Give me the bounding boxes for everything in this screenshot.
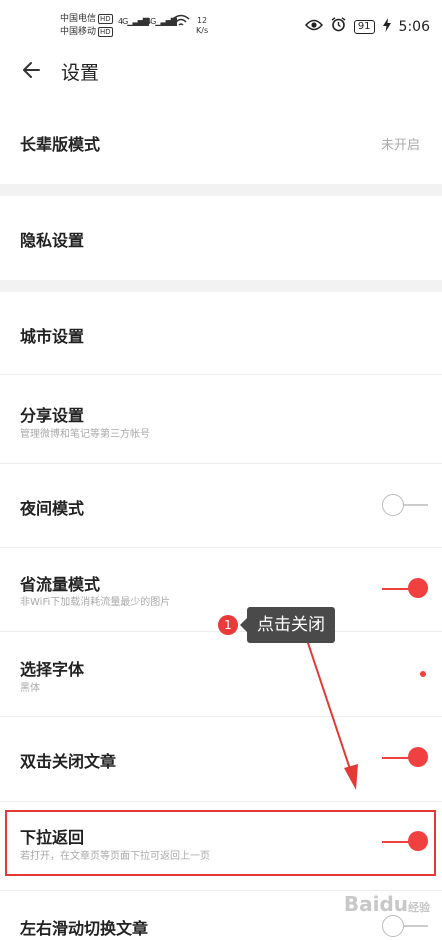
wifi-icon bbox=[172, 14, 190, 32]
setting-night-mode[interactable]: 夜间模式 bbox=[0, 464, 442, 548]
net-speed: 12 K/s bbox=[196, 16, 209, 35]
eye-icon bbox=[304, 19, 323, 35]
setting-label: 选择字体 bbox=[20, 660, 85, 679]
back-arrow-icon[interactable] bbox=[20, 59, 42, 81]
setting-description: 黑体 bbox=[20, 683, 40, 694]
top-bar: 设置 bbox=[0, 44, 442, 100]
setting-elder-mode[interactable]: 长辈版模式 未开启 bbox=[0, 100, 442, 185]
annotation-callout: 点击关闭 bbox=[240, 607, 335, 643]
setting-double-tap-close[interactable]: 双击关闭文章 bbox=[0, 717, 442, 802]
annotation-number: 1 bbox=[218, 615, 238, 635]
alarm-icon bbox=[331, 17, 346, 36]
page-title: 设置 bbox=[61, 62, 100, 84]
hd-badge: HD bbox=[98, 27, 113, 37]
carrier-2: 中国移动 bbox=[60, 27, 97, 37]
section-divider bbox=[0, 280, 442, 292]
setting-label: 夜间模式 bbox=[20, 499, 85, 518]
charging-icon bbox=[382, 17, 391, 36]
setting-city[interactable]: 城市设置 bbox=[0, 292, 442, 375]
setting-description: 管理微博和笔记等第三方帐号 bbox=[20, 429, 150, 440]
setting-label: 长辈版模式 bbox=[20, 135, 101, 154]
hd-badge: HD bbox=[98, 14, 113, 24]
setting-label: 隐私设置 bbox=[20, 231, 85, 250]
swipe-toggle[interactable] bbox=[382, 915, 428, 937]
night-mode-toggle[interactable] bbox=[382, 494, 428, 516]
highlight-box bbox=[5, 810, 436, 876]
carrier-info: 中国电信 HD 中国移动 HD bbox=[60, 13, 113, 39]
setting-label: 分享设置 bbox=[20, 406, 85, 425]
indicator-dot bbox=[420, 671, 426, 677]
clock-time: 5:06 bbox=[398, 18, 430, 35]
setting-share[interactable]: 分享设置 管理微博和笔记等第三方帐号 bbox=[0, 375, 442, 464]
data-saver-toggle[interactable] bbox=[382, 578, 428, 600]
setting-privacy[interactable]: 隐私设置 bbox=[0, 196, 442, 281]
carrier-1: 中国电信 bbox=[60, 14, 97, 24]
setting-label: 左右滑动切换文章 bbox=[20, 919, 149, 938]
setting-label: 城市设置 bbox=[20, 327, 85, 346]
setting-value: 未开启 bbox=[380, 138, 420, 153]
setting-font[interactable]: 选择字体 黑体 bbox=[0, 632, 442, 717]
setting-label: 双击关闭文章 bbox=[20, 752, 117, 771]
status-bar: 中国电信 HD 中国移动 HD 4G▁▃▅▇ 4G▁▃▅▇ 12 K/s 91 5:0… bbox=[0, 0, 442, 44]
setting-description: 非WiFi下加载消耗流量最少的图片 bbox=[20, 597, 171, 608]
setting-label: 省流量模式 bbox=[20, 575, 101, 594]
signal-icon: 4G▁▃▅▇ bbox=[118, 17, 149, 26]
section-divider bbox=[0, 184, 442, 196]
watermark: Baidu经验 bbox=[343, 892, 430, 916]
battery-indicator: 91 bbox=[353, 19, 375, 34]
double-tap-toggle[interactable] bbox=[382, 747, 428, 769]
